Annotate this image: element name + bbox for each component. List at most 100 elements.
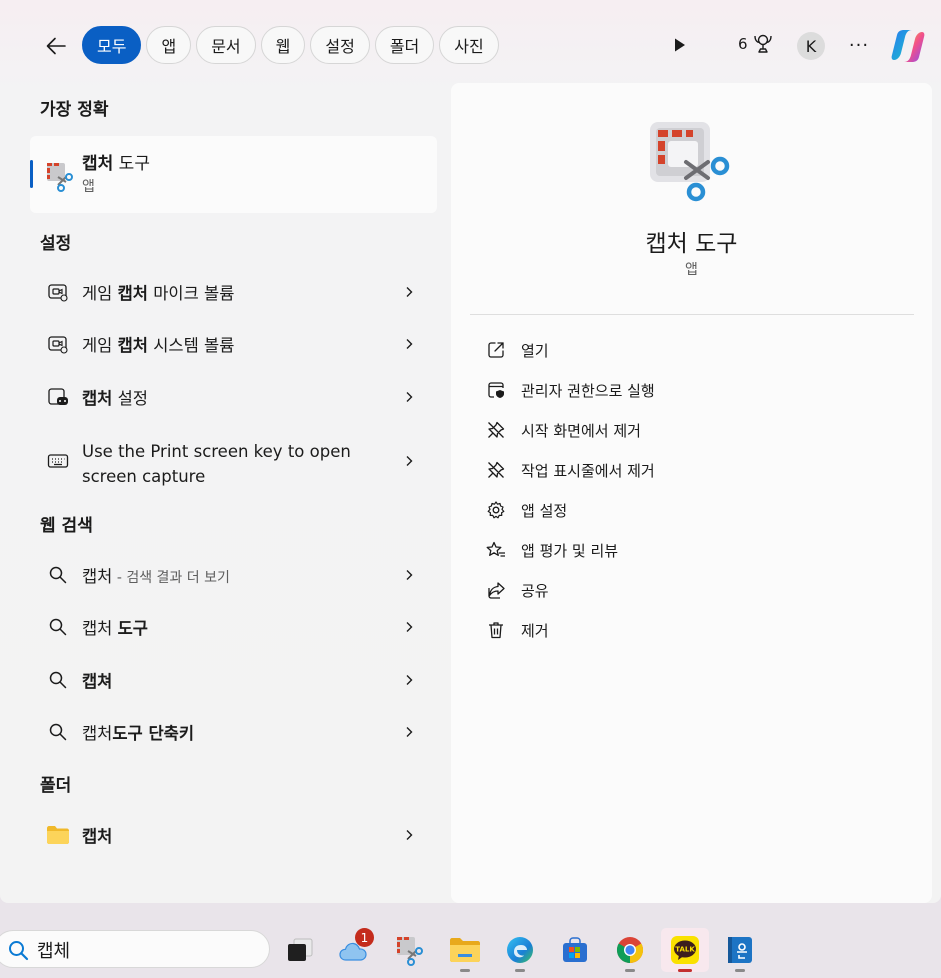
settings-item-label: 캡처 설정 [82,389,148,408]
folder-item[interactable]: 캡처 [30,810,437,860]
filter-tab-photos[interactable]: 사진 [439,26,499,64]
chevron-right-icon [406,675,413,685]
section-title-folders: 폴더 [40,776,72,796]
web-search-label: 캡처 - 검색 결과 더 보기 [82,567,230,586]
more-options-button[interactable]: ··· [846,32,872,58]
taskbar-file-explorer[interactable] [441,928,489,972]
taskbar-chrome[interactable] [606,928,654,972]
taskbar-edge[interactable] [496,928,544,972]
chevron-right-icon [406,339,413,349]
game-capture-icon [46,332,70,356]
web-search-item[interactable]: 캡처도구 단축키 [30,707,437,757]
game-capture-icon [46,280,70,304]
taskbar-task-view[interactable] [276,928,324,972]
task-view-icon [288,938,313,961]
trophy-icon [753,34,772,53]
settings-item-game-capture-system[interactable]: 게임 캡처 시스템 볼륨 [30,319,437,369]
web-search-label: 캡처도구 단축키 [82,724,195,743]
file-explorer-icon [450,938,480,962]
rewards-count: 6 [738,35,748,53]
unpin-icon [485,419,507,441]
taskbar-microsoft-store[interactable] [551,928,599,972]
action-run-as-admin[interactable]: 관리자 권한으로 실행 [481,373,901,407]
action-unpin-taskbar[interactable]: 작업 표시줄에서 제거 [481,453,901,487]
web-search-label: 캡쳐 [82,672,113,691]
snipping-tool-icon [397,937,423,966]
chevron-right-icon [406,570,413,580]
settings-item-print-screen-key[interactable]: Use the Print screen key to open screen … [30,426,437,496]
taskbar: 1 TALK [0,918,941,978]
section-title-settings: 설정 [40,234,72,254]
chevron-right-icon [406,622,413,632]
keyboard-icon [46,449,70,473]
folder-icon [46,823,70,847]
running-indicator [515,969,525,972]
play-button[interactable] [669,35,689,55]
settings-item-capture-settings[interactable]: 캡처 설정 [30,372,437,422]
action-share[interactable]: 공유 [481,573,901,607]
section-title-web-search: 웹 검색 [40,516,93,536]
taskbar-search-box[interactable] [0,930,270,968]
taskbar-onedrive[interactable]: 1 [331,928,379,972]
action-rate-review[interactable]: 앱 평가 및 리뷰 [481,533,901,567]
settings-item-game-capture-mic[interactable]: 게임 캡처 마이크 볼륨 [30,267,437,317]
taskbar-search-input[interactable] [37,937,237,963]
copilot-icon [891,30,925,62]
settings-item-label: 게임 캡처 시스템 볼륨 [82,336,235,355]
app-title: 캡처 도구 [645,231,738,257]
divider [470,314,914,315]
app-subtitle: 앱 [685,262,698,278]
action-uninstall[interactable]: 제거 [481,613,901,647]
action-unpin-start[interactable]: 시작 화면에서 제거 [481,413,901,447]
snipping-tool-icon [47,163,73,192]
start-search-panel: 모두 앱 문서 웹 설정 폴더 사진 6 K ··· 가장 정확 캡처 도구 앱… [0,0,941,903]
settings-item-label: Use the Print screen key to open screen … [82,442,351,486]
account-avatar[interactable]: K [797,32,825,60]
chevron-right-icon [406,830,413,840]
selection-indicator [30,160,33,188]
best-match-subtitle: 앱 [82,179,95,195]
copilot-button[interactable] [889,27,927,65]
svg-text:TALK: TALK [675,946,695,954]
chevron-right-icon [406,727,413,737]
back-button[interactable] [40,30,72,62]
web-search-item[interactable]: 캡쳐 [30,655,437,705]
filter-tab-folders[interactable]: 폴더 [374,26,435,64]
action-open[interactable]: 열기 [481,333,901,367]
notification-badge: 1 [355,928,374,947]
taskbar-app-blue[interactable] [716,928,764,972]
filter-tab-settings[interactable]: 설정 [310,26,370,64]
web-search-item[interactable]: 캡처 - 검색 결과 더 보기 [30,550,437,600]
filter-tab-all[interactable]: 모두 [82,26,142,64]
filter-tab-documents[interactable]: 문서 [196,26,256,64]
best-match-item[interactable]: 캡처 도구 앱 [30,136,437,213]
search-icon [46,668,70,692]
taskbar-kakaotalk[interactable]: TALK [661,928,709,972]
search-icon [46,615,70,639]
filter-tab-apps[interactable]: 앱 [146,26,192,64]
running-indicator [460,969,470,972]
play-icon [675,38,685,52]
search-icon [9,941,29,961]
arrow-left-icon [46,37,66,55]
search-icon [46,563,70,587]
section-title-best-match: 가장 정확 [40,100,109,120]
kakaotalk-icon: TALK [671,936,699,964]
open-external-icon [485,339,507,361]
chevron-right-icon [406,456,413,466]
running-indicator [678,969,692,972]
rewards-button[interactable]: 6 [738,33,774,55]
running-indicator [735,969,745,972]
app-detail-pane: 캡처 도구 앱 열기 관리자 권한으로 실행 시작 화면에서 제거 작업 표시줄… [451,83,932,903]
taskbar-snipping-tool[interactable] [386,928,434,972]
search-icon [46,720,70,744]
chevron-right-icon [406,392,413,402]
gamepad-capture-icon [46,385,70,409]
filter-tab-web[interactable]: 웹 [260,26,306,64]
gear-icon [485,499,507,521]
web-search-item[interactable]: 캡처 도구 [30,602,437,652]
shield-window-icon [485,379,507,401]
chrome-browser-icon [616,937,644,964]
trash-icon [485,619,507,641]
action-app-settings[interactable]: 앱 설정 [481,493,901,527]
